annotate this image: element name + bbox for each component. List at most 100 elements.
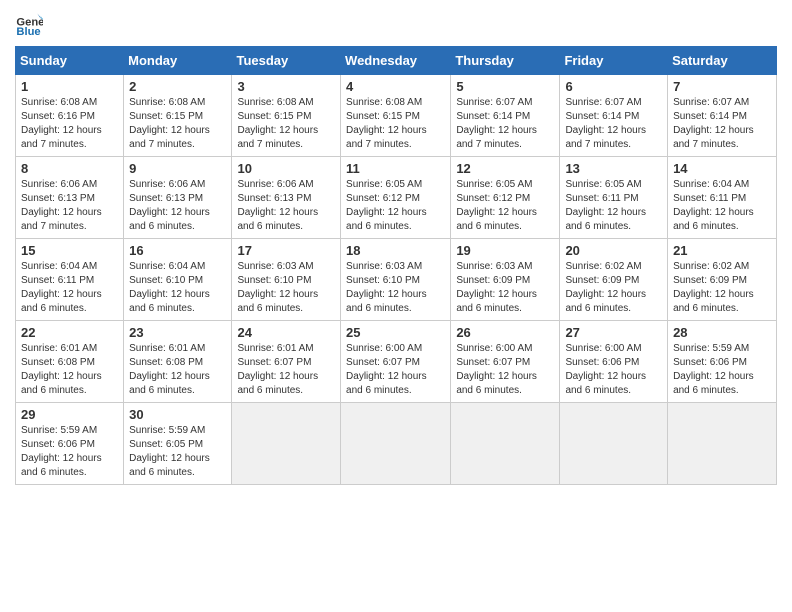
day-number: 13 (565, 161, 662, 176)
day-number: 24 (237, 325, 335, 340)
day-number: 12 (456, 161, 554, 176)
day-info: Sunrise: 6:05 AM Sunset: 6:12 PM Dayligh… (456, 178, 554, 234)
calendar-cell: 30 Sunrise: 5:59 AM Sunset: 6:05 PM Dayl… (124, 403, 232, 485)
calendar-cell: 29 Sunrise: 5:59 AM Sunset: 6:06 PM Dayl… (16, 403, 124, 485)
day-number: 2 (129, 79, 226, 94)
day-info: Sunrise: 6:07 AM Sunset: 6:14 PM Dayligh… (456, 96, 554, 152)
calendar-cell: 28 Sunrise: 5:59 AM Sunset: 6:06 PM Dayl… (668, 321, 777, 403)
calendar-cell (341, 403, 451, 485)
day-number: 30 (129, 407, 226, 422)
day-info: Sunrise: 6:01 AM Sunset: 6:08 PM Dayligh… (21, 342, 118, 398)
day-number: 8 (21, 161, 118, 176)
day-number: 26 (456, 325, 554, 340)
calendar-week-2: 8 Sunrise: 6:06 AM Sunset: 6:13 PM Dayli… (16, 157, 777, 239)
day-info: Sunrise: 6:01 AM Sunset: 6:07 PM Dayligh… (237, 342, 335, 398)
logo: General Blue (15, 10, 47, 38)
calendar-cell (668, 403, 777, 485)
day-info: Sunrise: 6:08 AM Sunset: 6:15 PM Dayligh… (346, 96, 445, 152)
day-number: 4 (346, 79, 445, 94)
day-info: Sunrise: 6:04 AM Sunset: 6:11 PM Dayligh… (21, 260, 118, 316)
calendar-cell: 27 Sunrise: 6:00 AM Sunset: 6:06 PM Dayl… (560, 321, 668, 403)
day-info: Sunrise: 6:07 AM Sunset: 6:14 PM Dayligh… (565, 96, 662, 152)
calendar-week-5: 29 Sunrise: 5:59 AM Sunset: 6:06 PM Dayl… (16, 403, 777, 485)
day-number: 15 (21, 243, 118, 258)
day-info: Sunrise: 6:06 AM Sunset: 6:13 PM Dayligh… (237, 178, 335, 234)
calendar-cell: 24 Sunrise: 6:01 AM Sunset: 6:07 PM Dayl… (232, 321, 341, 403)
calendar-header-row: SundayMondayTuesdayWednesdayThursdayFrid… (16, 47, 777, 75)
calendar-cell: 8 Sunrise: 6:06 AM Sunset: 6:13 PM Dayli… (16, 157, 124, 239)
calendar-cell: 12 Sunrise: 6:05 AM Sunset: 6:12 PM Dayl… (451, 157, 560, 239)
calendar-cell: 6 Sunrise: 6:07 AM Sunset: 6:14 PM Dayli… (560, 75, 668, 157)
calendar-cell: 14 Sunrise: 6:04 AM Sunset: 6:11 PM Dayl… (668, 157, 777, 239)
calendar-cell: 22 Sunrise: 6:01 AM Sunset: 6:08 PM Dayl… (16, 321, 124, 403)
day-number: 23 (129, 325, 226, 340)
header-day-saturday: Saturday (668, 47, 777, 75)
day-info: Sunrise: 6:01 AM Sunset: 6:08 PM Dayligh… (129, 342, 226, 398)
day-info: Sunrise: 6:03 AM Sunset: 6:10 PM Dayligh… (237, 260, 335, 316)
calendar-cell: 16 Sunrise: 6:04 AM Sunset: 6:10 PM Dayl… (124, 239, 232, 321)
calendar-cell: 1 Sunrise: 6:08 AM Sunset: 6:16 PM Dayli… (16, 75, 124, 157)
day-number: 10 (237, 161, 335, 176)
day-info: Sunrise: 6:00 AM Sunset: 6:06 PM Dayligh… (565, 342, 662, 398)
day-number: 9 (129, 161, 226, 176)
logo-icon: General Blue (15, 10, 43, 38)
day-number: 27 (565, 325, 662, 340)
day-info: Sunrise: 6:02 AM Sunset: 6:09 PM Dayligh… (565, 260, 662, 316)
day-info: Sunrise: 6:02 AM Sunset: 6:09 PM Dayligh… (673, 260, 771, 316)
day-number: 5 (456, 79, 554, 94)
day-number: 1 (21, 79, 118, 94)
day-number: 3 (237, 79, 335, 94)
day-number: 17 (237, 243, 335, 258)
day-number: 16 (129, 243, 226, 258)
calendar-cell: 21 Sunrise: 6:02 AM Sunset: 6:09 PM Dayl… (668, 239, 777, 321)
day-info: Sunrise: 6:08 AM Sunset: 6:15 PM Dayligh… (237, 96, 335, 152)
header: General Blue (15, 10, 777, 38)
calendar-cell: 18 Sunrise: 6:03 AM Sunset: 6:10 PM Dayl… (341, 239, 451, 321)
day-info: Sunrise: 5:59 AM Sunset: 6:06 PM Dayligh… (21, 424, 118, 480)
calendar-cell: 10 Sunrise: 6:06 AM Sunset: 6:13 PM Dayl… (232, 157, 341, 239)
day-number: 18 (346, 243, 445, 258)
calendar-cell: 3 Sunrise: 6:08 AM Sunset: 6:15 PM Dayli… (232, 75, 341, 157)
calendar-cell: 2 Sunrise: 6:08 AM Sunset: 6:15 PM Dayli… (124, 75, 232, 157)
day-number: 6 (565, 79, 662, 94)
day-number: 14 (673, 161, 771, 176)
calendar-cell: 19 Sunrise: 6:03 AM Sunset: 6:09 PM Dayl… (451, 239, 560, 321)
day-info: Sunrise: 6:07 AM Sunset: 6:14 PM Dayligh… (673, 96, 771, 152)
calendar-table: SundayMondayTuesdayWednesdayThursdayFrid… (15, 46, 777, 485)
calendar-cell (560, 403, 668, 485)
header-day-friday: Friday (560, 47, 668, 75)
calendar-cell: 17 Sunrise: 6:03 AM Sunset: 6:10 PM Dayl… (232, 239, 341, 321)
header-day-monday: Monday (124, 47, 232, 75)
header-day-tuesday: Tuesday (232, 47, 341, 75)
day-number: 29 (21, 407, 118, 422)
day-number: 20 (565, 243, 662, 258)
day-info: Sunrise: 6:08 AM Sunset: 6:15 PM Dayligh… (129, 96, 226, 152)
day-number: 22 (21, 325, 118, 340)
calendar-week-4: 22 Sunrise: 6:01 AM Sunset: 6:08 PM Dayl… (16, 321, 777, 403)
day-number: 21 (673, 243, 771, 258)
day-info: Sunrise: 6:08 AM Sunset: 6:16 PM Dayligh… (21, 96, 118, 152)
day-info: Sunrise: 6:00 AM Sunset: 6:07 PM Dayligh… (456, 342, 554, 398)
day-info: Sunrise: 6:06 AM Sunset: 6:13 PM Dayligh… (21, 178, 118, 234)
calendar-cell: 9 Sunrise: 6:06 AM Sunset: 6:13 PM Dayli… (124, 157, 232, 239)
svg-text:Blue: Blue (16, 26, 40, 38)
calendar-cell: 25 Sunrise: 6:00 AM Sunset: 6:07 PM Dayl… (341, 321, 451, 403)
calendar-cell: 11 Sunrise: 6:05 AM Sunset: 6:12 PM Dayl… (341, 157, 451, 239)
day-number: 25 (346, 325, 445, 340)
day-info: Sunrise: 6:05 AM Sunset: 6:11 PM Dayligh… (565, 178, 662, 234)
calendar-cell: 20 Sunrise: 6:02 AM Sunset: 6:09 PM Dayl… (560, 239, 668, 321)
day-info: Sunrise: 6:00 AM Sunset: 6:07 PM Dayligh… (346, 342, 445, 398)
calendar-cell: 15 Sunrise: 6:04 AM Sunset: 6:11 PM Dayl… (16, 239, 124, 321)
day-info: Sunrise: 6:03 AM Sunset: 6:09 PM Dayligh… (456, 260, 554, 316)
day-info: Sunrise: 6:04 AM Sunset: 6:10 PM Dayligh… (129, 260, 226, 316)
day-info: Sunrise: 6:03 AM Sunset: 6:10 PM Dayligh… (346, 260, 445, 316)
day-info: Sunrise: 6:05 AM Sunset: 6:12 PM Dayligh… (346, 178, 445, 234)
header-day-sunday: Sunday (16, 47, 124, 75)
calendar-cell: 5 Sunrise: 6:07 AM Sunset: 6:14 PM Dayli… (451, 75, 560, 157)
day-number: 19 (456, 243, 554, 258)
calendar-cell: 7 Sunrise: 6:07 AM Sunset: 6:14 PM Dayli… (668, 75, 777, 157)
calendar-cell: 4 Sunrise: 6:08 AM Sunset: 6:15 PM Dayli… (341, 75, 451, 157)
calendar-cell: 23 Sunrise: 6:01 AM Sunset: 6:08 PM Dayl… (124, 321, 232, 403)
header-day-thursday: Thursday (451, 47, 560, 75)
header-day-wednesday: Wednesday (341, 47, 451, 75)
